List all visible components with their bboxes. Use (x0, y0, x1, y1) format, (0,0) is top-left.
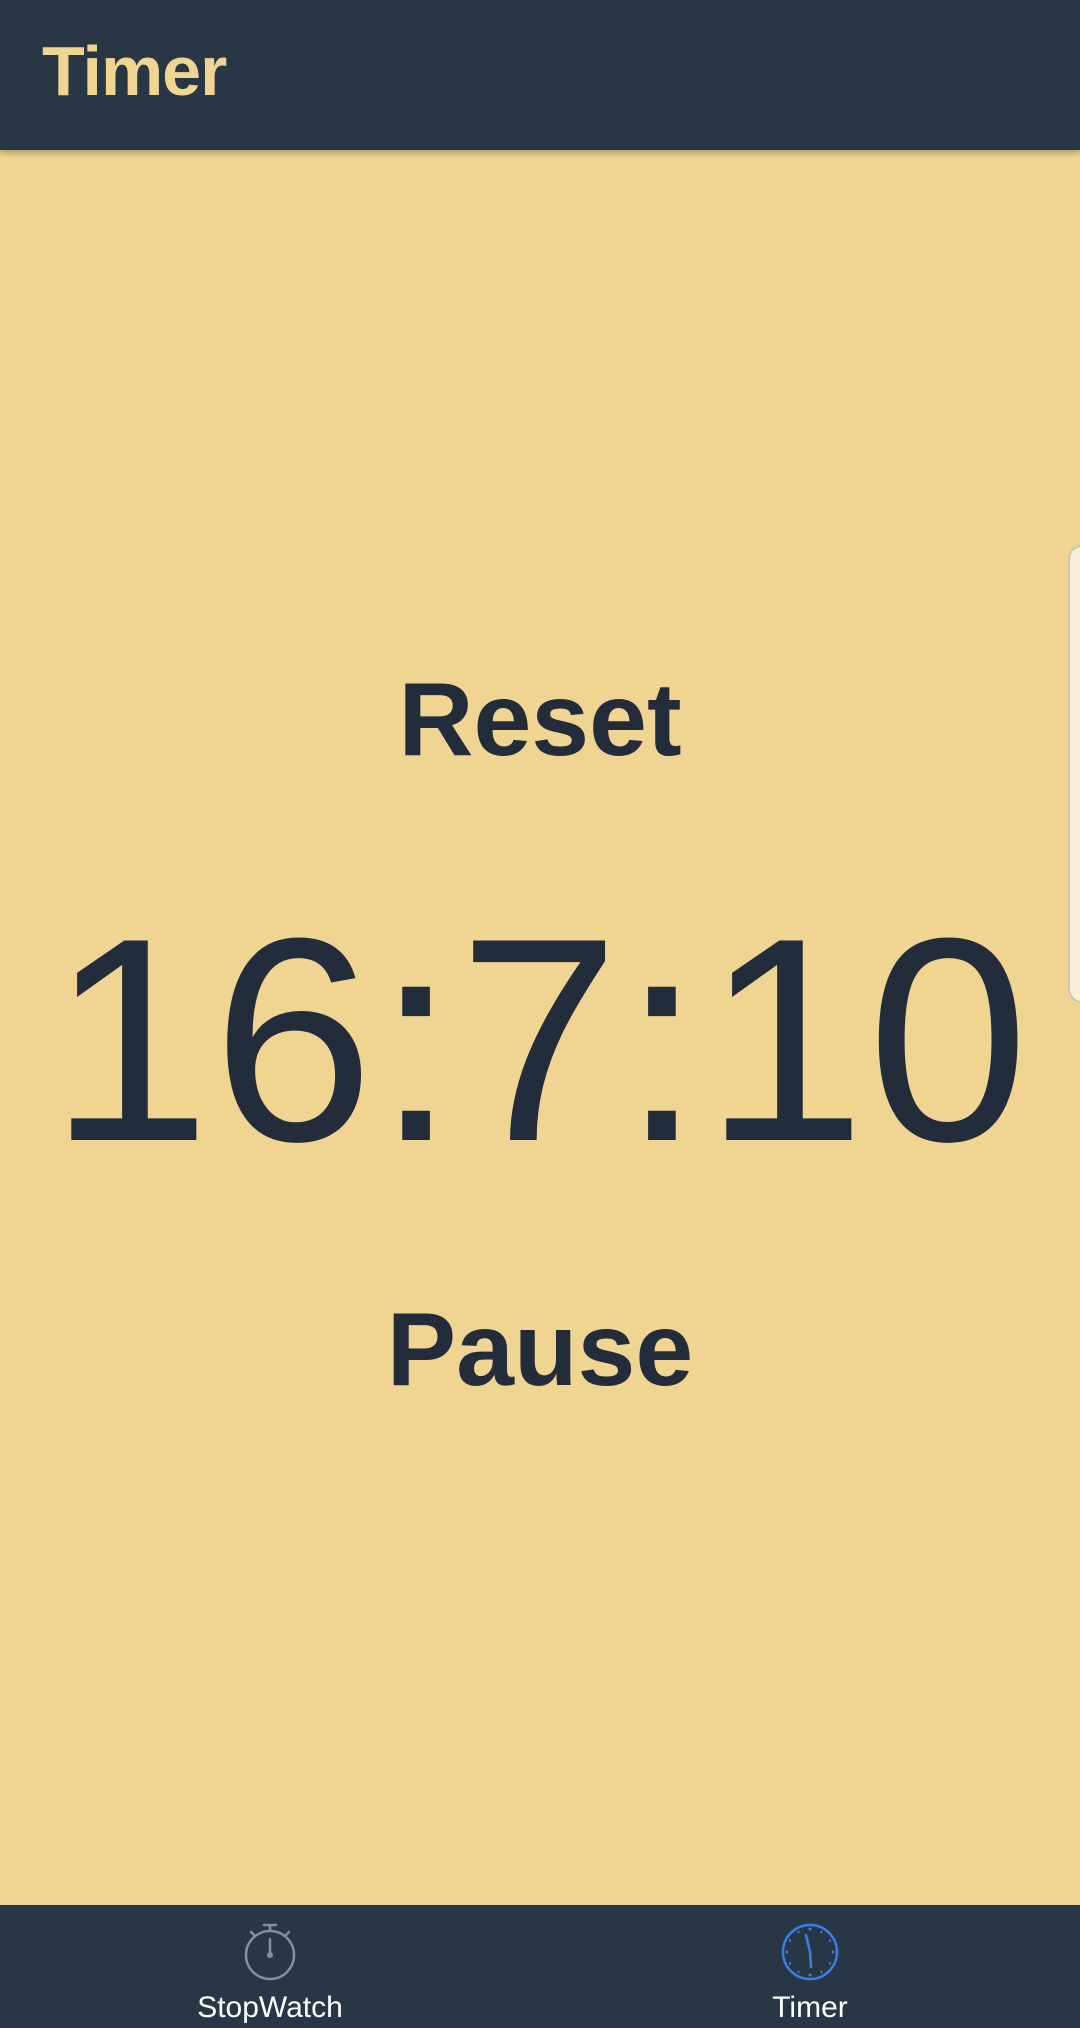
bottom-navigation: StopWatch Timer (0, 1905, 1080, 2028)
timer-display: 16:7:10 (49, 878, 1031, 1202)
pause-button[interactable]: Pause (0, 1298, 1080, 1402)
stopwatch-icon (244, 1923, 296, 1981)
nav-item-stopwatch[interactable]: StopWatch (0, 1905, 540, 2028)
nav-label-stopwatch: StopWatch (197, 1991, 343, 2024)
page-title: Timer (42, 32, 227, 110)
app-bar: Timer (0, 0, 1080, 150)
nav-item-timer[interactable]: Timer (540, 1905, 1080, 2028)
reset-button[interactable]: Reset (0, 668, 1080, 772)
nav-label-timer: Timer (772, 1991, 848, 2024)
timer-screen: Timer Reset 16:7:10 Pause StopWatch Time… (0, 0, 1080, 2028)
clock-icon (781, 1923, 839, 1981)
